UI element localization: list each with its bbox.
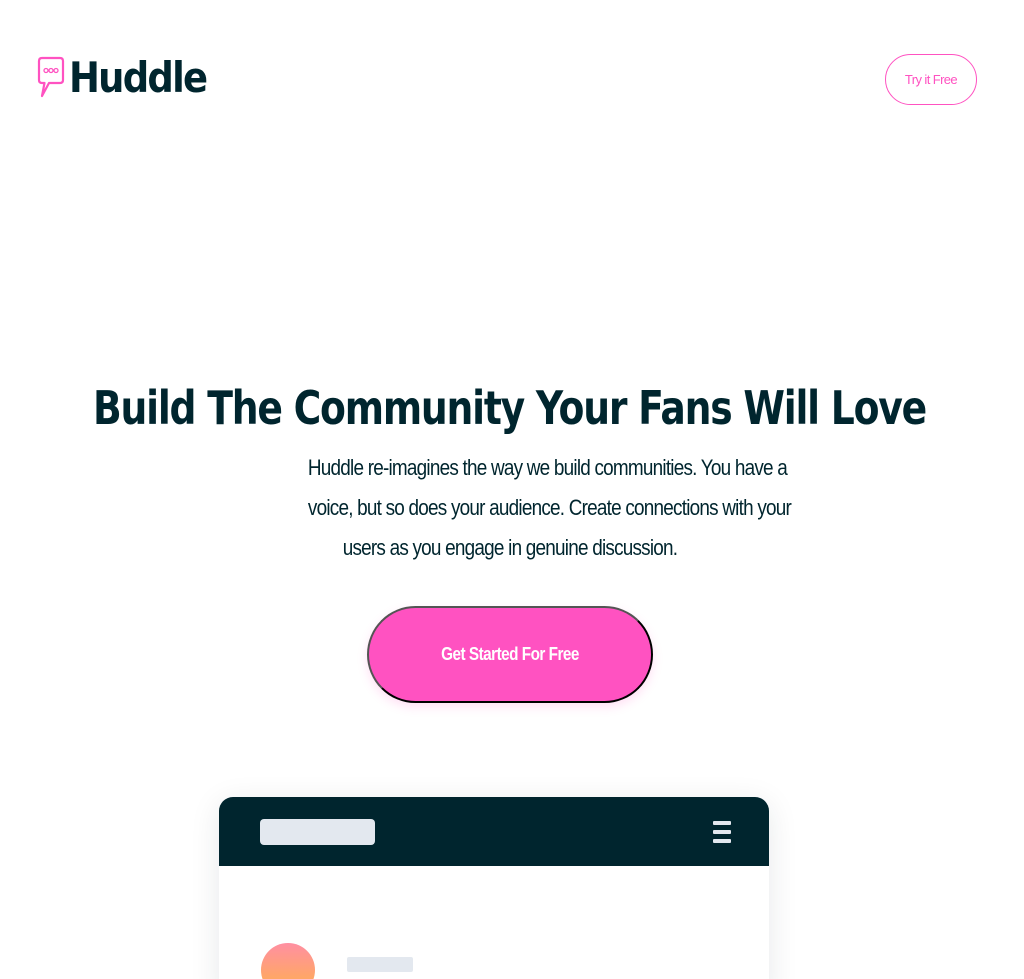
mockup-title-placeholder	[260, 819, 375, 845]
app-mockup-illustration	[219, 797, 769, 979]
brand-name: Huddle	[69, 53, 208, 102]
hero-description-line: Huddle re-imagines the way we build comm…	[307, 455, 788, 480]
site-header: Huddle Try it Free	[0, 0, 1024, 160]
get-started-button[interactable]: Get Started For Free	[367, 606, 653, 703]
mockup-avatar	[261, 943, 315, 979]
brand-logo[interactable]: Huddle	[37, 56, 225, 100]
hero-description: Huddle re-imagines the way we build comm…	[275, 448, 792, 568]
try-it-free-button[interactable]: Try it Free	[885, 54, 977, 105]
mockup-top-bar	[219, 797, 769, 866]
mockup-body	[219, 866, 769, 979]
get-started-label: Get Started For Free	[441, 644, 579, 664]
hero-description-line: voice, but so does your audience. Create…	[307, 495, 792, 520]
hero-title: Build The Community Your Fans Will Love	[93, 381, 927, 435]
speech-bubble-icon	[37, 56, 65, 98]
mockup-text-placeholder	[347, 957, 413, 972]
hero-description-line: users as you engage in genuine discussio…	[342, 535, 678, 560]
hamburger-menu-icon	[713, 821, 731, 843]
